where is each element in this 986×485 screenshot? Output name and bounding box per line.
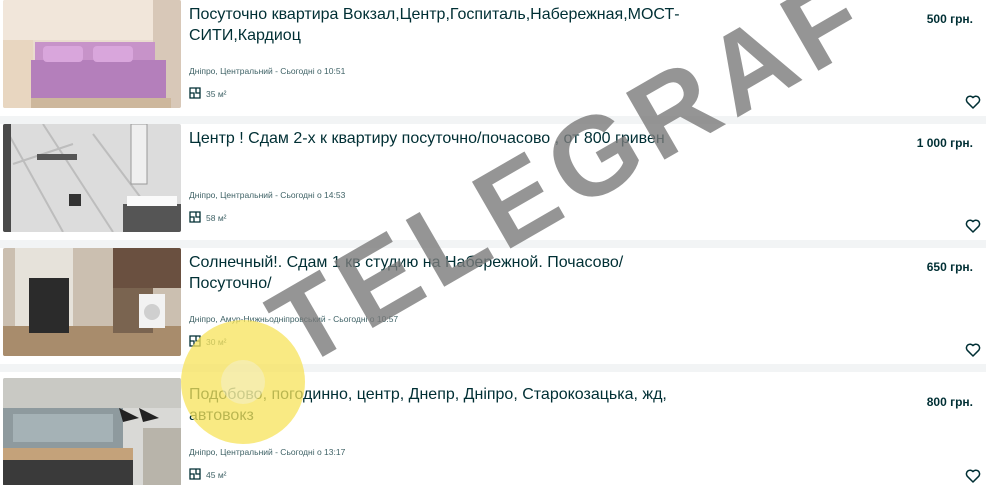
favorite-button[interactable]	[965, 468, 981, 484]
listing-card[interactable]: Центр ! Сдам 2-х к квартиру посуточно/по…	[0, 124, 986, 240]
listing-photo-bedroom[interactable]	[3, 0, 181, 108]
listing-photo-kitchen[interactable]	[3, 378, 181, 485]
listing-location-date: Дніпро, Центральний - Сьогодні о 13:17	[189, 447, 346, 457]
listing-location-date: Дніпро, Центральний - Сьогодні о 14:53	[189, 190, 346, 200]
listing-area: 35 м²	[189, 87, 227, 101]
listing-location-date: Дніпро, Центральний - Сьогодні о 10:51	[189, 66, 346, 76]
listing-title[interactable]: Солнечный!. Сдам 1 кв студию на Набережн…	[189, 252, 709, 294]
listing-area-value: 30 м²	[206, 337, 227, 347]
listing-price: 800 грн.	[926, 395, 973, 409]
listing-price: 500 грн.	[926, 12, 973, 26]
listing-area-value: 45 м²	[206, 470, 227, 480]
favorite-button[interactable]	[965, 218, 981, 234]
heart-outline-icon	[965, 94, 981, 110]
floor-plan-icon	[189, 468, 201, 482]
heart-outline-icon	[965, 468, 981, 484]
floor-plan-icon	[189, 211, 201, 225]
listing-area: 58 м²	[189, 211, 227, 225]
heart-outline-icon	[965, 218, 981, 234]
listing-card[interactable]: Солнечный!. Сдам 1 кв студию на Набережн…	[0, 248, 986, 364]
listing-photo-studio[interactable]	[3, 248, 181, 356]
favorite-button[interactable]	[965, 94, 981, 110]
listing-title[interactable]: Центр ! Сдам 2-х к квартиру посуточно/по…	[189, 128, 709, 149]
listing-price: 1 000 грн.	[916, 136, 973, 150]
floor-plan-icon	[189, 87, 201, 101]
listing-card[interactable]: Подобово, погодинно, центр, Днепр, Дніпр…	[0, 372, 986, 485]
floor-plan-icon	[189, 335, 201, 349]
listing-list: Посуточно квартира Вокзал,Центр,Госпитал…	[0, 0, 986, 485]
favorite-button[interactable]	[965, 342, 981, 358]
listing-price: 650 грн.	[926, 260, 973, 274]
listing-title[interactable]: Посуточно квартира Вокзал,Центр,Госпитал…	[189, 4, 709, 46]
listing-area-value: 58 м²	[206, 213, 227, 223]
listing-card[interactable]: Посуточно квартира Вокзал,Центр,Госпитал…	[0, 0, 986, 116]
listing-area: 45 м²	[189, 468, 227, 482]
listing-area-value: 35 м²	[206, 89, 227, 99]
listing-area: 30 м²	[189, 335, 227, 349]
listing-title[interactable]: Подобово, погодинно, центр, Днепр, Дніпр…	[189, 384, 709, 426]
heart-outline-icon	[965, 342, 981, 358]
listing-photo-bathroom[interactable]	[3, 124, 181, 232]
listing-location-date: Дніпро, Амур-Нижньодніпровський - Сьогод…	[189, 314, 399, 324]
